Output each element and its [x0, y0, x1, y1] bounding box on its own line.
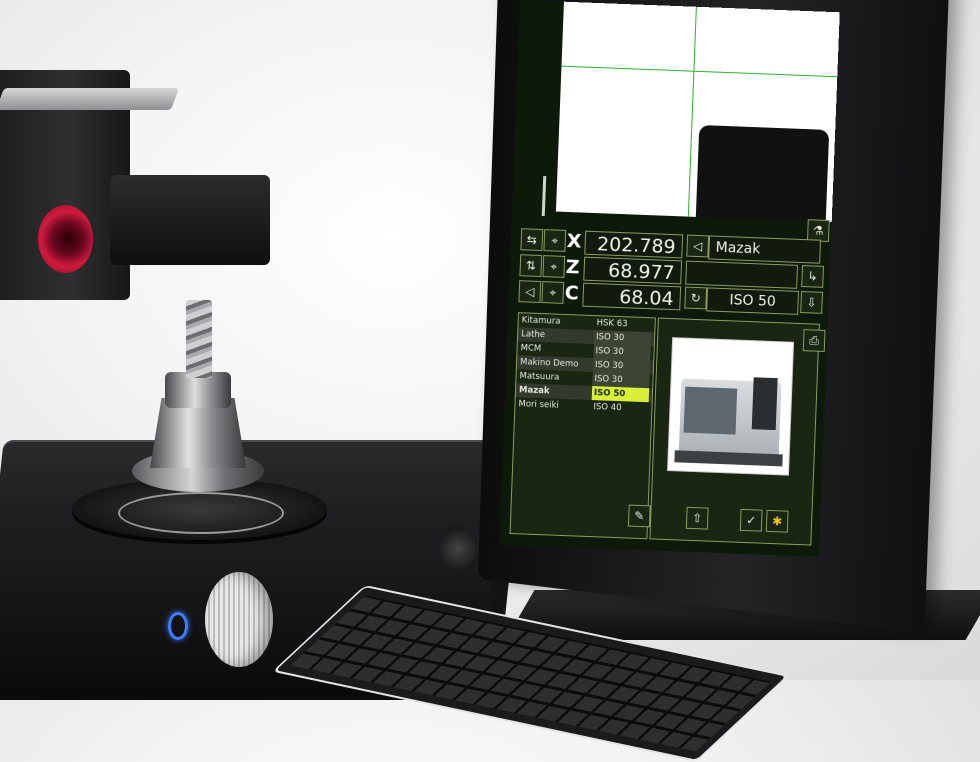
machine-photo-panel [649, 317, 820, 546]
spindle-field[interactable]: ISO 50 [706, 287, 800, 315]
axis-transfer-icon[interactable]: ↳ [801, 265, 825, 288]
camera-housing [110, 175, 270, 265]
presetter-arm-rail [0, 88, 180, 110]
power-indicator-icon [168, 612, 188, 640]
angle-icon[interactable]: ◁ [686, 234, 710, 258]
machine-photo [667, 337, 795, 476]
check-icon[interactable]: ✓ [739, 508, 763, 532]
x-readout: 202.789 [584, 230, 684, 259]
x-axis-label: X [566, 229, 582, 253]
edit-icon[interactable]: ✎ [627, 504, 651, 528]
end-mill-tool [186, 300, 212, 378]
z-axis-label: Z [565, 255, 580, 279]
camera-lens [38, 205, 93, 273]
rotary-table-ring [118, 492, 284, 534]
c-axis-label: C [564, 281, 580, 305]
rotate-icon[interactable]: ↻ [684, 286, 708, 310]
tool-holder-body [150, 398, 246, 468]
blank-field[interactable] [685, 260, 799, 289]
adjust-knob [205, 572, 273, 667]
axis-z-mode-icon[interactable]: ⇅ [519, 254, 543, 278]
z-readout: 68.977 [583, 256, 683, 285]
nav-icon[interactable]: ⇧ [685, 506, 709, 530]
monitor-screen: ⚗ ⇆ ⌖ X 202.789 ◁ Mazak ⇅ ⌖ Z 68.977 ↳ ◁… [499, 0, 840, 557]
crosshair-horizontal [561, 65, 838, 78]
side-knob [440, 525, 476, 573]
tool-silhouette [695, 124, 830, 223]
axis-x-mode-icon[interactable]: ⇆ [520, 228, 544, 252]
camera-view[interactable] [555, 1, 840, 223]
scale-bar [541, 176, 547, 217]
spindle-icon[interactable]: ⇩ [800, 291, 824, 314]
machine-field[interactable]: Mazak [708, 235, 822, 264]
axis-x-zero-icon[interactable]: ⌖ [543, 229, 567, 252]
print-icon[interactable]: ⎙ [802, 329, 826, 352]
axis-z-zero-icon[interactable]: ⌖ [542, 255, 566, 278]
axis-c-mode-icon[interactable]: ◁ [518, 280, 542, 304]
crosshair-vertical [687, 6, 697, 217]
gear-icon[interactable]: ✱ [765, 509, 789, 533]
c-readout: 68.04 [582, 282, 682, 311]
axis-c-zero-icon[interactable]: ⌖ [541, 281, 565, 304]
